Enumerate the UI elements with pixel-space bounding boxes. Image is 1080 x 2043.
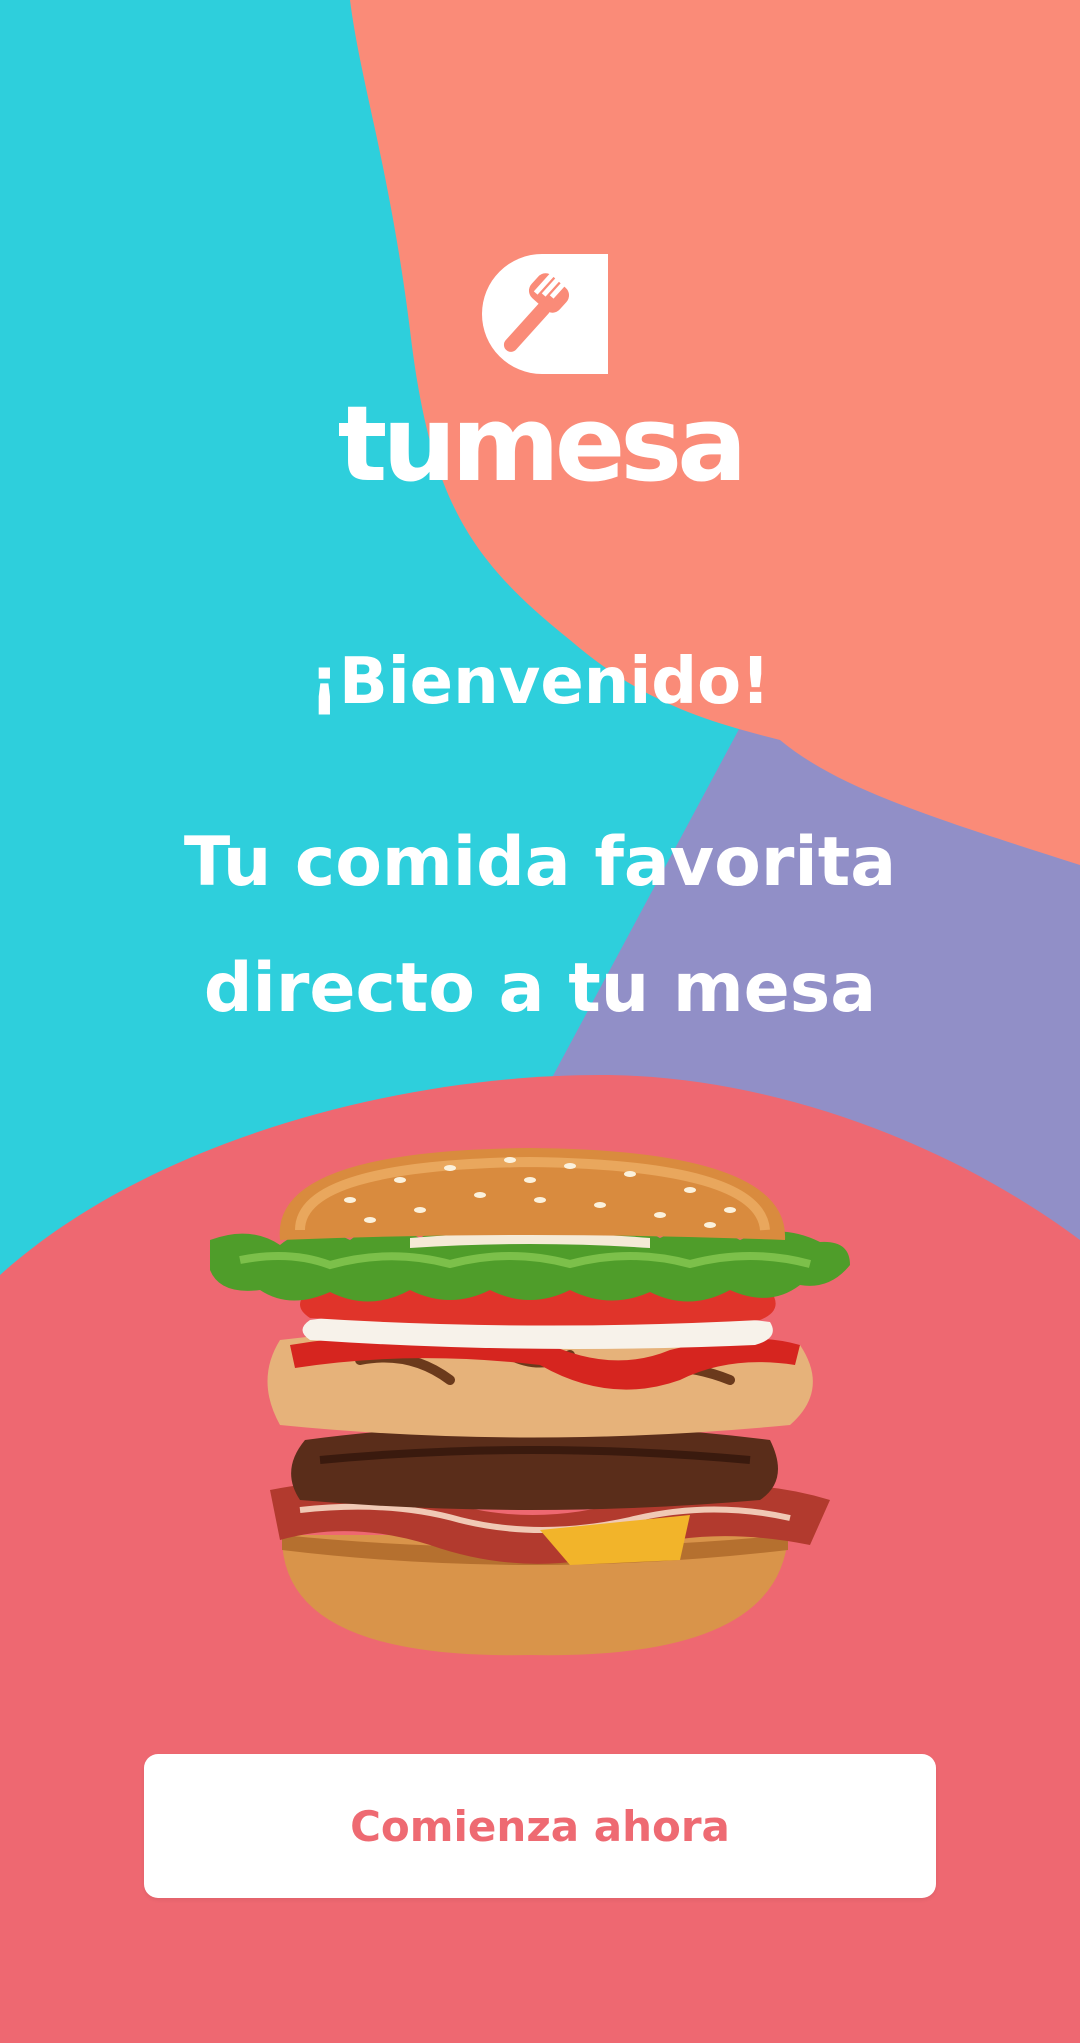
tagline-line-2: directo a tu mesa	[203, 949, 877, 1028]
brand-wordmark: tumesa	[337, 383, 748, 505]
fork-logo-icon	[482, 254, 608, 374]
hamburger-image	[210, 1148, 850, 1656]
tagline: Tu comida favorita directo a tu mesa	[0, 800, 1080, 1052]
start-now-button[interactable]: Comienza ahora	[144, 1754, 936, 1898]
welcome-screen: tumesa ¡Bienvenido! Tu comida favorita d…	[0, 0, 1080, 2043]
tagline-line-1: Tu comida favorita	[183, 823, 897, 902]
welcome-heading: ¡Bienvenido!	[309, 645, 771, 719]
